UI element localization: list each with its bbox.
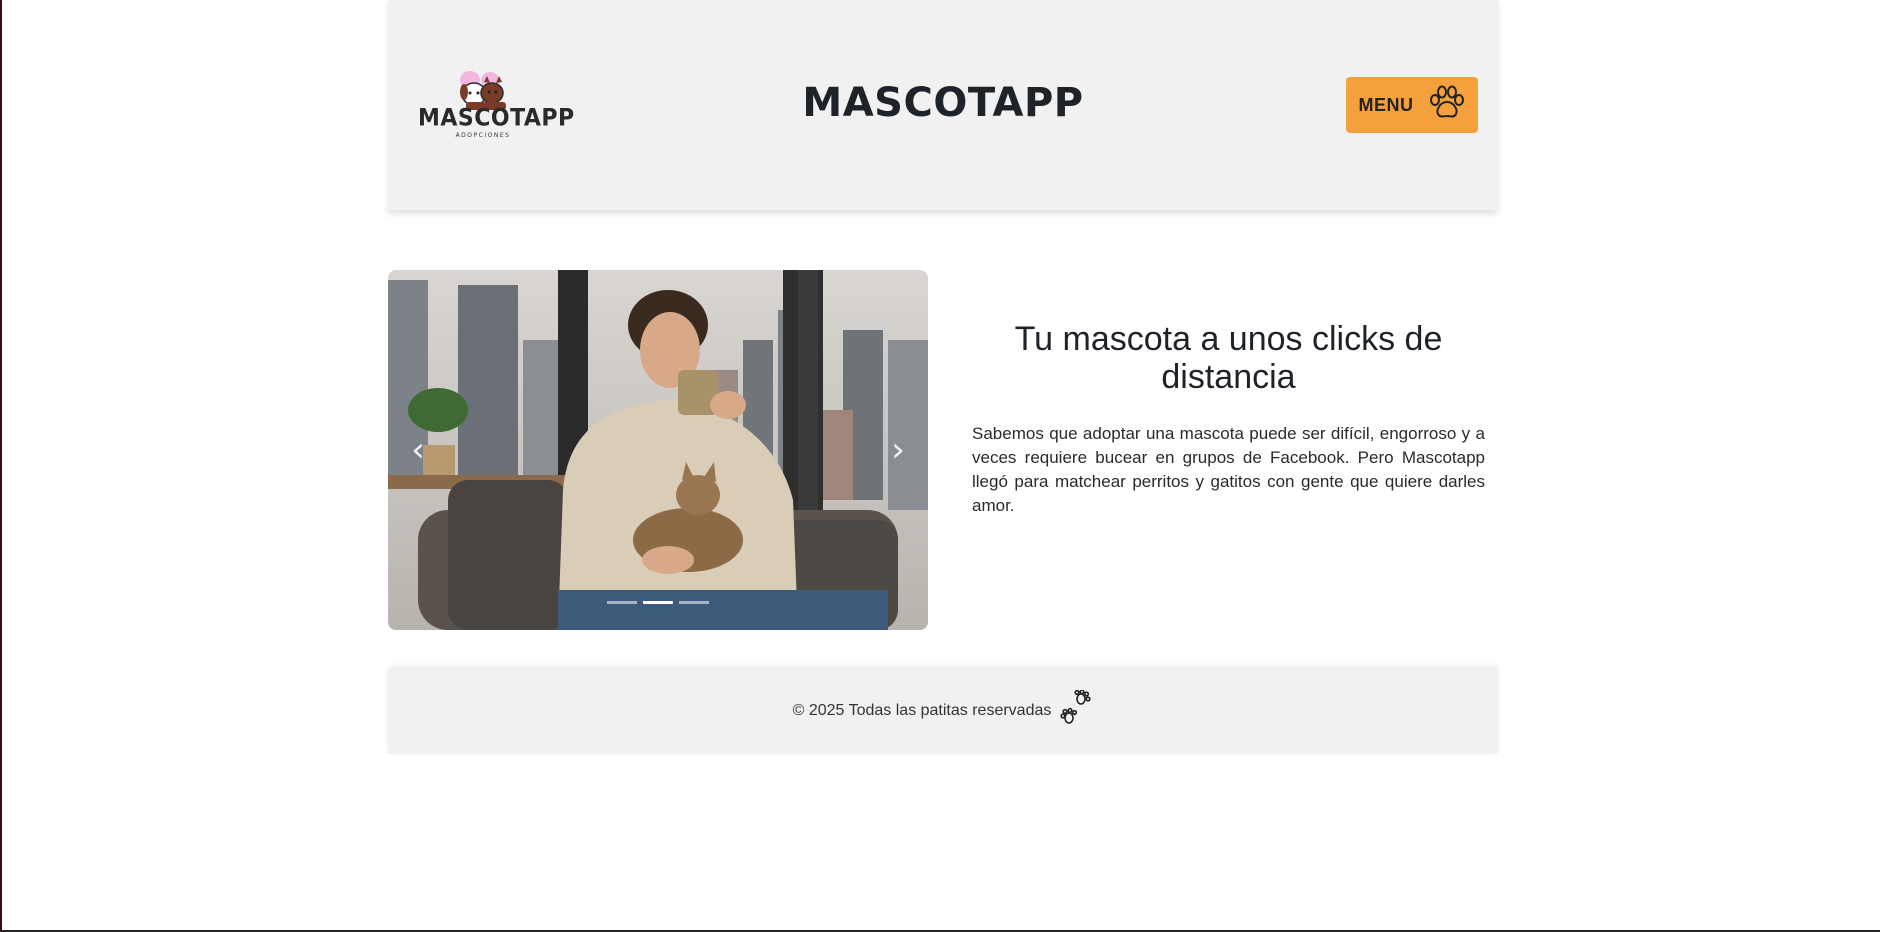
carousel-indicators — [388, 601, 928, 604]
carousel-prev-button[interactable]: ‹ — [398, 430, 438, 470]
menu-button-label: MENU — [1358, 94, 1414, 115]
hero-description: Sabemos que adoptar una mascota puede se… — [972, 424, 1485, 515]
paw-prints-icon — [1059, 689, 1093, 732]
chevron-right-icon: › — [891, 430, 905, 470]
footer-copyright: © 2025 Todas las patitas reservadas — [792, 702, 1052, 719]
menu-button[interactable]: MENU — [1346, 77, 1478, 133]
carousel-indicator-2[interactable] — [643, 601, 673, 604]
carousel-image — [388, 270, 928, 630]
hero-carousel[interactable]: ‹ › — [388, 270, 928, 630]
site-footer: © 2025 Todas las patitas reservadas — [388, 668, 1498, 754]
logo-subtext: ADOPCIONES — [455, 132, 511, 139]
carousel-next-button[interactable]: › — [878, 430, 918, 470]
page-title: MASCOTAPP — [802, 80, 1084, 126]
hero-title: Tu mascota a unos clicks de distancia — [1014, 320, 1443, 396]
carousel-indicator-3[interactable] — [679, 601, 709, 604]
site-header: MASCOTAPP ADOPCIONES MASCOTAPP MENU — [388, 0, 1498, 210]
chevron-left-icon: ‹ — [411, 430, 425, 470]
hero-text: Tu mascota a unos clicks de distancia Sa… — [972, 320, 1485, 518]
paw-icon — [1428, 85, 1466, 125]
carousel-indicator-1[interactable] — [607, 601, 637, 604]
